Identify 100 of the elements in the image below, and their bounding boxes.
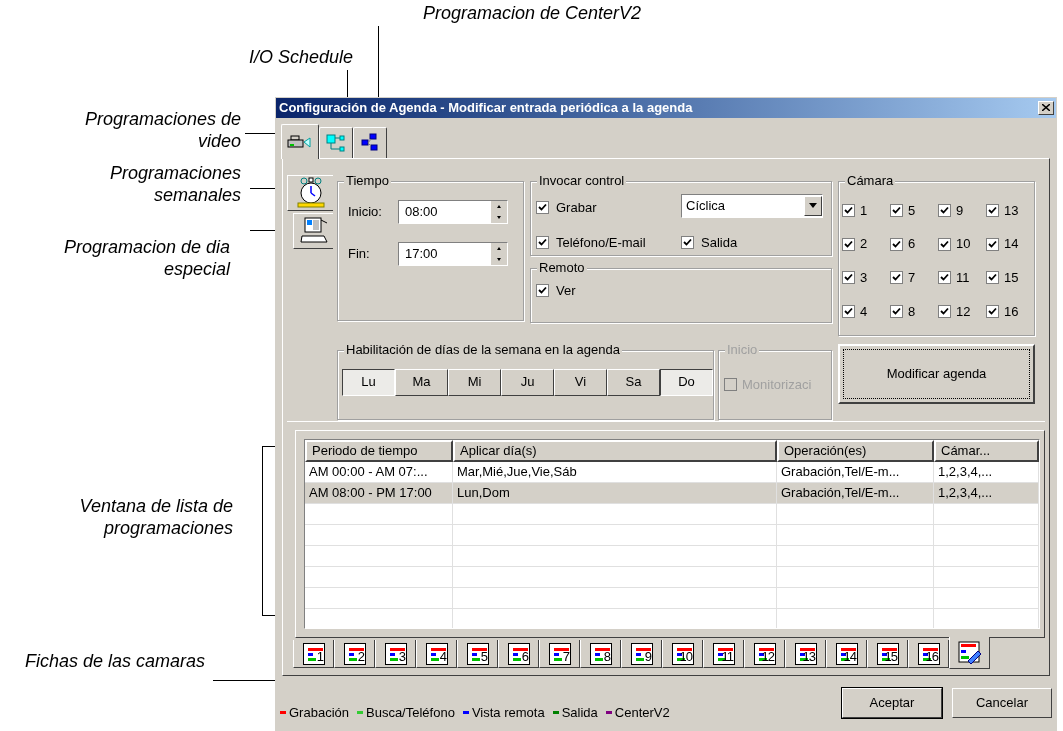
column-header[interactable]: Cámar... <box>934 439 1039 462</box>
camera-tab[interactable]: 1 <box>293 639 334 668</box>
checkbox[interactable] <box>890 305 903 319</box>
day-toggle[interactable]: Sa <box>607 368 660 396</box>
time-spinner[interactable]: 17:00 <box>398 241 508 266</box>
camera-tab[interactable]: 4 <box>416 639 457 668</box>
checkbox[interactable] <box>938 305 951 319</box>
camera-tab[interactable]: 7 <box>539 639 580 668</box>
computer-calendar-icon <box>298 215 329 246</box>
column-header[interactable]: Aplicar día(s) <box>453 439 777 462</box>
tab[interactable] <box>319 126 353 158</box>
camera-tab[interactable]: 14 <box>826 639 867 668</box>
check-icon <box>988 307 997 317</box>
checkbox[interactable] <box>842 203 855 217</box>
camera-tab[interactable]: 13 <box>785 639 826 668</box>
mode-dropdown[interactable]: Cíclica <box>681 193 823 218</box>
dropdown-arrow-button[interactable] <box>804 195 822 216</box>
checkbox-label: Salida <box>701 234 738 253</box>
check-icon <box>940 239 949 249</box>
tab[interactable] <box>353 126 387 158</box>
check-icon <box>988 205 997 215</box>
time-spinner[interactable]: 08:00 <box>398 199 508 224</box>
checkbox[interactable] <box>842 271 855 285</box>
side-tab[interactable] <box>293 212 333 249</box>
checkbox-label: 16 <box>1004 302 1019 321</box>
checkbox[interactable] <box>938 271 951 285</box>
check-icon <box>892 205 901 215</box>
checkbox[interactable] <box>536 200 549 214</box>
camera-tab[interactable]: 16 <box>908 639 949 668</box>
checkbox[interactable] <box>890 237 903 251</box>
check-icon <box>844 273 853 283</box>
camera-tab[interactable]: 6 <box>498 639 539 668</box>
camera-number-icon: 2 <box>344 642 366 665</box>
checkbox[interactable] <box>986 237 999 251</box>
camera-tab[interactable]: 3 <box>375 639 416 668</box>
checkbox-label: 6 <box>908 235 916 254</box>
table-cell: 1,2,3,4,... <box>938 463 993 479</box>
checkbox[interactable] <box>890 271 903 285</box>
edit-tab[interactable] <box>949 636 990 669</box>
day-toggle[interactable]: Lu <box>342 368 395 396</box>
day-toggle[interactable]: Mi <box>448 368 501 396</box>
day-toggle[interactable]: Vi <box>554 368 607 396</box>
dialog-button[interactable]: Aceptar <box>842 688 942 718</box>
close-button[interactable] <box>1038 100 1054 115</box>
checkbox[interactable] <box>536 236 549 250</box>
camera-number-icon: 8 <box>590 642 612 665</box>
checkbox[interactable] <box>938 203 951 217</box>
camera-tab[interactable]: 11 <box>703 639 744 668</box>
checkbox[interactable] <box>986 271 999 285</box>
camera-tab[interactable]: 9 <box>621 639 662 668</box>
field-value: 17:00 <box>404 244 439 263</box>
checkbox[interactable] <box>986 203 999 217</box>
check-icon <box>892 239 901 249</box>
side-tab[interactable] <box>287 174 333 211</box>
checkbox-label: 10 <box>956 235 971 254</box>
camera-tab[interactable]: 8 <box>580 639 621 668</box>
checkbox[interactable] <box>842 237 855 251</box>
check-icon <box>844 239 853 249</box>
annotation-label: Programacion de CenterV2 <box>423 2 642 24</box>
camera-number-icon: 1 <box>303 642 325 665</box>
checkbox-label: 4 <box>860 302 868 321</box>
legend-label: CenterV2 <box>614 703 670 722</box>
camera-tab[interactable]: 10 <box>662 639 703 668</box>
column-header[interactable]: Operación(es) <box>777 439 934 462</box>
column-header[interactable]: Periodo de tiempo <box>305 439 453 462</box>
camera-number-icon: 10 <box>672 642 694 665</box>
camera-number-icon: 13 <box>795 642 817 665</box>
checkbox[interactable] <box>536 283 549 297</box>
modify-schedule-button[interactable]: Modificar agenda <box>838 343 1035 404</box>
check-icon <box>940 273 949 283</box>
check-icon <box>988 239 997 249</box>
checkbox[interactable] <box>681 236 694 250</box>
checkbox[interactable] <box>890 203 903 217</box>
checkbox-label: 12 <box>956 302 971 321</box>
camera-tab[interactable]: 5 <box>457 639 498 668</box>
table-row[interactable]: AM 00:00 - AM 07:... Mar,Mié,Jue,Vie,Sáb Grabación,Tel/E-m... 1,2,3,4,... <box>305 461 1039 483</box>
table-cell: Grabación,Tel/E-m... <box>781 484 900 500</box>
annotation-label: Fichas de las camaras <box>23 650 205 672</box>
day-toggle[interactable]: Ju <box>501 368 554 396</box>
camera-tab[interactable]: 2 <box>334 639 375 668</box>
legend-label: Busca/Teléfono <box>366 703 455 722</box>
dialog-button[interactable]: Cancelar <box>952 688 1052 718</box>
checkbox-label: Teléfono/E-mail <box>556 234 646 253</box>
camera-number-icon: 15 <box>877 642 899 665</box>
checkbox[interactable] <box>938 237 951 251</box>
checkbox[interactable] <box>986 305 999 319</box>
table-cell: Lun,Dom <box>457 484 510 500</box>
tab[interactable] <box>281 123 319 159</box>
check-icon <box>892 307 901 317</box>
camera-tab[interactable]: 15 <box>867 639 908 668</box>
annotation-label: Programaciones de video <box>83 108 241 152</box>
camera-tab[interactable]: 12 <box>744 639 785 668</box>
day-toggle[interactable]: Do <box>660 368 713 396</box>
checkbox[interactable] <box>842 305 855 319</box>
network-icon <box>326 132 346 153</box>
camera-number-icon: 11 <box>713 642 735 665</box>
camera-number-icon: 14 <box>836 642 858 665</box>
day-toggle[interactable]: Ma <box>395 368 448 396</box>
camera-number-icon: 4 <box>426 642 448 665</box>
table-row[interactable]: AM 08:00 - PM 17:00 Lun,Dom Grabación,Tel/E-m... 1,2,3,4,... <box>305 482 1039 504</box>
